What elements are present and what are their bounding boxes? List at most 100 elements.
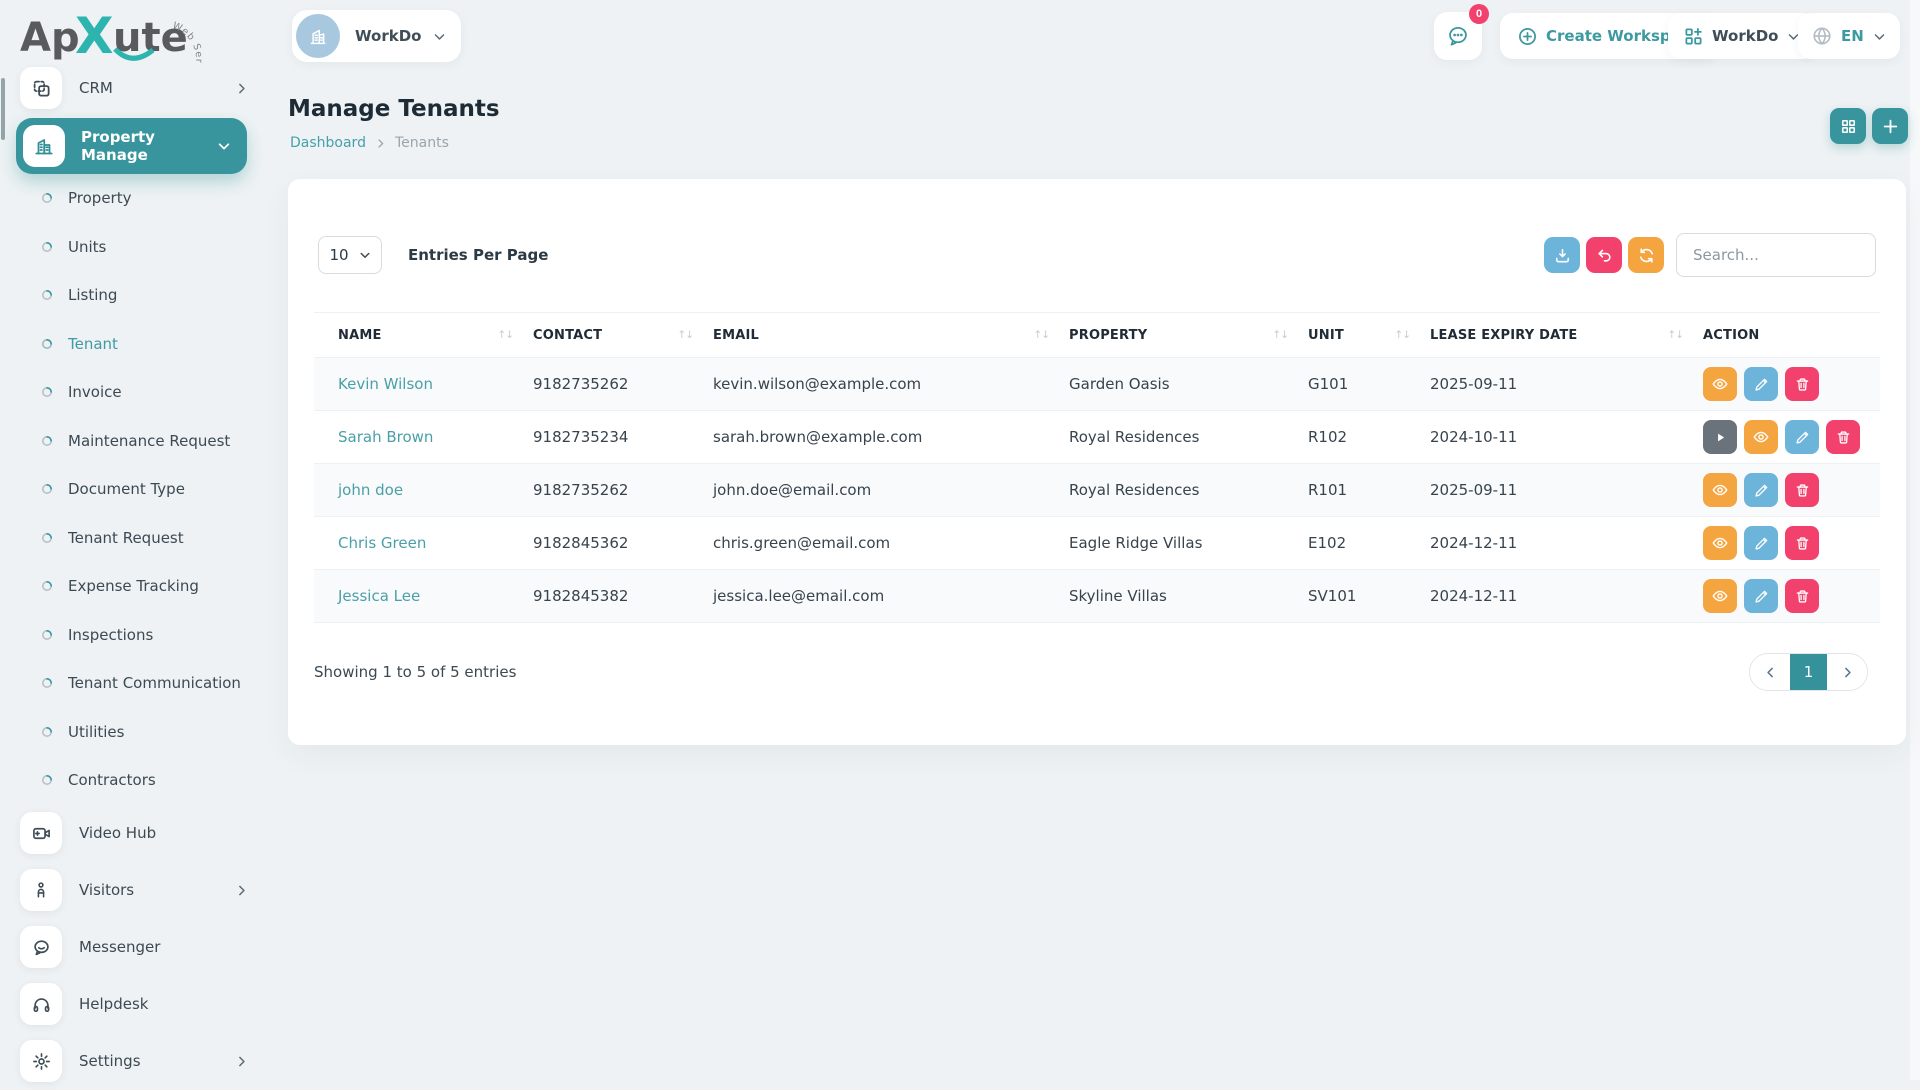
tenant-name-link[interactable]: Kevin Wilson bbox=[338, 375, 433, 393]
undo-button[interactable] bbox=[1586, 237, 1622, 273]
pagination: 1 bbox=[1749, 653, 1868, 691]
refresh-button[interactable] bbox=[1628, 237, 1664, 273]
sidebar-item-document-type[interactable]: Document Type bbox=[0, 465, 264, 514]
language-label: EN bbox=[1841, 27, 1864, 45]
tenant-contact: 9182735262 bbox=[533, 463, 713, 517]
sidebar-item-invoice[interactable]: Invoice bbox=[0, 368, 264, 417]
chat-dots-icon bbox=[1449, 26, 1467, 46]
refresh-icon bbox=[1639, 247, 1653, 263]
gear-icon bbox=[20, 1040, 62, 1082]
add-tenant-button[interactable] bbox=[1872, 108, 1908, 144]
tenants-card: 10 Entries Per Page NAME ↑↓ bbox=[288, 179, 1906, 745]
sidebar-item-units[interactable]: Units bbox=[0, 223, 264, 272]
delete-button[interactable] bbox=[1785, 473, 1819, 507]
circle-bullet-icon bbox=[41, 386, 53, 398]
page-title: Manage Tenants bbox=[288, 96, 500, 122]
property-manage-submenu: Property Units Listing Tenant Invoice Ma… bbox=[0, 174, 264, 805]
sidebar-item-tenant[interactable]: Tenant bbox=[0, 320, 264, 369]
column-header-contact: CONTACT bbox=[533, 327, 603, 343]
sidebar-item-inspections[interactable]: Inspections bbox=[0, 611, 264, 660]
view-button[interactable] bbox=[1703, 367, 1737, 401]
sidebar-item-tenant-communication[interactable]: Tenant Communication bbox=[0, 659, 264, 708]
tenant-name-link[interactable]: Sarah Brown bbox=[338, 428, 433, 446]
sidebar-item-property[interactable]: Property bbox=[0, 174, 264, 223]
app-logo[interactable]: Ap X ute Web Services bbox=[20, 4, 216, 72]
sidebar-item-expense-tracking[interactable]: Expense Tracking bbox=[0, 562, 264, 611]
sidebar-item-video-hub[interactable]: Video Hub bbox=[0, 805, 264, 862]
delete-button[interactable] bbox=[1785, 526, 1819, 560]
language-selector[interactable]: EN bbox=[1798, 13, 1900, 59]
four-squares-icon bbox=[1841, 119, 1855, 133]
globe-icon bbox=[1813, 27, 1831, 45]
tenant-unit: R102 bbox=[1308, 410, 1430, 464]
circle-bullet-icon bbox=[41, 774, 53, 786]
page-scrollbar[interactable] bbox=[1910, 0, 1920, 1080]
sort-icon[interactable]: ↑↓ bbox=[1272, 329, 1289, 341]
view-button[interactable] bbox=[1703, 579, 1737, 613]
sort-icon[interactable]: ↑↓ bbox=[1033, 329, 1050, 341]
chevron-right-icon bbox=[1844, 667, 1851, 677]
search-input[interactable] bbox=[1676, 233, 1876, 277]
sidebar-item-maintenance-request[interactable]: Maintenance Request bbox=[0, 417, 264, 466]
view-button[interactable] bbox=[1703, 526, 1737, 560]
eye-icon bbox=[1753, 431, 1769, 443]
tenant-lease-expiry: 2024-10-11 bbox=[1430, 410, 1703, 464]
tenant-name-link[interactable]: john doe bbox=[338, 481, 403, 499]
sidebar-item-tenant-request[interactable]: Tenant Request bbox=[0, 514, 264, 563]
trash-icon bbox=[1796, 377, 1808, 391]
trash-icon bbox=[1796, 536, 1808, 550]
sort-icon[interactable]: ↑↓ bbox=[677, 329, 694, 341]
sort-icon[interactable]: ↑↓ bbox=[497, 329, 514, 341]
edit-button[interactable] bbox=[1744, 473, 1778, 507]
edit-button[interactable] bbox=[1744, 367, 1778, 401]
play-icon bbox=[1717, 433, 1724, 441]
tenant-name-link[interactable]: Jessica Lee bbox=[338, 587, 420, 605]
sort-icon[interactable]: ↑↓ bbox=[1667, 329, 1684, 341]
view-button[interactable] bbox=[1703, 473, 1737, 507]
tenant-property: Royal Residences bbox=[1069, 463, 1308, 517]
circle-bullet-icon bbox=[41, 192, 53, 204]
export-button[interactable] bbox=[1544, 237, 1580, 273]
expand-button[interactable] bbox=[1703, 420, 1737, 454]
workspace-switcher[interactable]: WorkDo bbox=[292, 10, 462, 62]
delete-button[interactable] bbox=[1785, 579, 1819, 613]
edit-button[interactable] bbox=[1785, 420, 1819, 454]
delete-button[interactable] bbox=[1785, 367, 1819, 401]
entries-per-page-select[interactable]: 10 bbox=[318, 236, 382, 274]
tenant-property: Royal Residences bbox=[1069, 410, 1308, 464]
edit-button[interactable] bbox=[1744, 579, 1778, 613]
sidebar-item-settings[interactable]: Settings bbox=[0, 1033, 264, 1090]
tenant-email: john.doe@email.com bbox=[713, 463, 1069, 517]
tenant-unit: R101 bbox=[1308, 463, 1430, 517]
next-page-button[interactable] bbox=[1827, 654, 1867, 690]
sidebar-item-property-manage[interactable]: Property Manage bbox=[16, 118, 247, 174]
chat-notifications-button[interactable]: 0 bbox=[1434, 4, 1489, 60]
sidebar-item-contractors[interactable]: Contractors bbox=[0, 756, 264, 805]
svg-text:X: X bbox=[75, 7, 114, 65]
tenant-email: chris.green@email.com bbox=[713, 516, 1069, 570]
delete-button[interactable] bbox=[1826, 420, 1860, 454]
chat-badge: 0 bbox=[1469, 4, 1489, 24]
edit-button[interactable] bbox=[1744, 526, 1778, 560]
sort-icon[interactable]: ↑↓ bbox=[1394, 329, 1411, 341]
sidebar-item-listing[interactable]: Listing bbox=[0, 271, 264, 320]
pencil-icon bbox=[1754, 378, 1767, 391]
sidebar-item-utilities[interactable]: Utilities bbox=[0, 708, 264, 757]
sidebar-item-helpdesk[interactable]: Helpdesk bbox=[0, 976, 264, 1033]
circle-bullet-icon bbox=[41, 580, 53, 592]
chevron-down-icon bbox=[217, 139, 231, 153]
sidebar-item-crm[interactable]: CRM bbox=[0, 66, 264, 110]
column-header-lease-expiry: LEASE EXPIRY DATE bbox=[1430, 327, 1578, 343]
eye-icon bbox=[1712, 590, 1728, 602]
tenant-name-link[interactable]: Chris Green bbox=[338, 534, 426, 552]
sidebar-item-messenger[interactable]: Messenger bbox=[0, 919, 264, 976]
view-button[interactable] bbox=[1744, 420, 1778, 454]
page-number-active[interactable]: 1 bbox=[1790, 654, 1827, 690]
app-menu-button[interactable]: WorkDo bbox=[1668, 13, 1817, 59]
sidebar-item-visitors[interactable]: Visitors bbox=[0, 862, 264, 919]
tenant-unit: SV101 bbox=[1308, 569, 1430, 623]
breadcrumb-dashboard-link[interactable]: Dashboard bbox=[290, 135, 366, 151]
previous-page-button[interactable] bbox=[1750, 654, 1790, 690]
grid-view-button[interactable] bbox=[1830, 108, 1866, 144]
pencil-icon bbox=[1754, 537, 1767, 550]
